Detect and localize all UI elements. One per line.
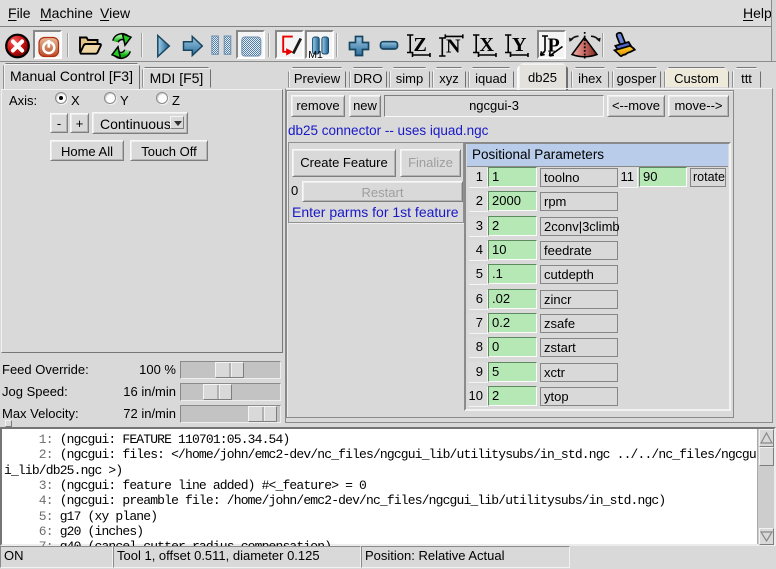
svg-text:M1: M1 bbox=[308, 49, 323, 61]
svg-text:Z: Z bbox=[414, 34, 427, 56]
svg-text:X: X bbox=[480, 34, 495, 56]
svg-text:N: N bbox=[446, 36, 461, 58]
svg-text:Y: Y bbox=[512, 34, 527, 56]
